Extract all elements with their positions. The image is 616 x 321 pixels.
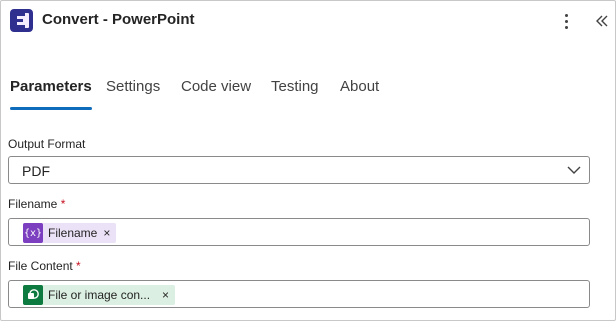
- tab-label: Testing: [271, 78, 319, 95]
- filename-input[interactable]: {x} Filename ×: [8, 218, 590, 246]
- more-options-icon[interactable]: [556, 10, 576, 32]
- tab-parameters[interactable]: Parameters: [10, 78, 92, 110]
- remove-token-icon[interactable]: ×: [154, 288, 175, 302]
- tab-testing[interactable]: Testing: [271, 78, 319, 110]
- sharepoint-icon: [23, 285, 43, 305]
- required-asterisk: *: [76, 259, 81, 273]
- file-content-label-text: File Content: [8, 259, 73, 273]
- output-format-dropdown[interactable]: PDF: [8, 156, 590, 184]
- required-asterisk: *: [60, 197, 66, 211]
- variable-icon: {x}: [23, 223, 43, 243]
- output-format-label: Output Format: [8, 137, 85, 151]
- output-format-value: PDF: [22, 163, 50, 179]
- tab-label: Code view: [181, 78, 252, 95]
- filename-token[interactable]: {x} Filename ×: [23, 223, 117, 243]
- file-content-token[interactable]: File or image con... ×: [23, 285, 176, 305]
- chevron-down-icon: [567, 166, 581, 174]
- tab-label: Settings: [106, 78, 161, 95]
- remove-token-icon[interactable]: ×: [101, 226, 116, 240]
- filename-label: Filename *: [8, 197, 65, 211]
- panel-title: Convert - PowerPoint: [42, 11, 195, 28]
- filename-label-text: Filename: [8, 197, 58, 211]
- tab-bar: Parameters Settings Code view Testing Ab…: [0, 78, 616, 110]
- collapse-panel-icon[interactable]: [592, 10, 612, 32]
- tab-code-view[interactable]: Code view: [181, 78, 251, 110]
- token-label: File or image con...: [48, 288, 151, 302]
- active-tab-indicator: [10, 107, 92, 110]
- tab-settings[interactable]: Settings: [106, 78, 160, 110]
- file-content-input[interactable]: File or image con... ×: [8, 280, 590, 308]
- file-content-label: File Content *: [8, 259, 81, 273]
- tab-label: Parameters: [10, 78, 92, 95]
- tab-label: About: [340, 78, 380, 95]
- output-format-label-text: Output Format: [8, 137, 86, 151]
- token-label: Filename: [48, 226, 98, 240]
- tab-about[interactable]: About: [340, 78, 379, 110]
- app-logo-icon: [10, 9, 33, 32]
